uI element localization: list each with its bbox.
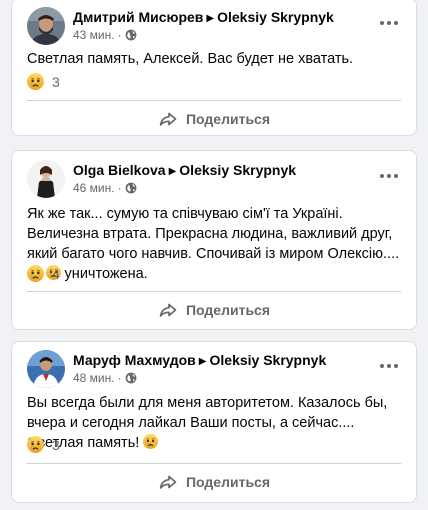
meta-dot: · <box>117 28 122 42</box>
share-label: Поделиться <box>185 111 271 127</box>
post-header: Olga Bielkova ▶ Oleksiy Skrypnyk 46 мин. · <box>27 160 416 200</box>
post-time[interactable]: 46 мин. <box>73 181 115 195</box>
sad-emoji-icon <box>27 436 44 453</box>
divider <box>27 291 401 292</box>
comment-card-1: Дмитрий Мисюрев ▶ Oleksiy Skrypnyk 43 мин.… <box>11 0 417 136</box>
separator-arrow-icon: ▶ <box>198 356 207 367</box>
more-options-button[interactable] <box>380 168 400 184</box>
separator-arrow-icon: ▶ <box>168 166 177 177</box>
target-page-name[interactable]: Oleksiy Skrypnyk <box>217 9 334 25</box>
share-arrow-icon <box>158 472 178 492</box>
avatar-image <box>27 160 65 198</box>
comment-text: Вы всегда были для меня авторитетом. Каз… <box>27 393 402 453</box>
post-header: Маруф Махмудов ▶ Oleksiy Skrypnyk 48 мин. · <box>27 350 416 390</box>
share-button[interactable]: Поделиться <box>12 293 416 327</box>
avatar[interactable] <box>27 7 65 45</box>
comment-text-main: Вы всегда были для меня авторитетом. Каз… <box>27 395 388 451</box>
divider <box>27 100 401 101</box>
divider <box>27 463 401 464</box>
author-name[interactable]: Маруф Махмудов <box>73 352 196 368</box>
separator-arrow-icon: ▶ <box>206 13 215 24</box>
post-meta: 48 мин. · <box>73 371 137 385</box>
avatar[interactable] <box>27 350 65 388</box>
meta-dot: · <box>117 181 122 195</box>
post-meta: 46 мин. · <box>73 181 137 195</box>
reaction-count: 3 <box>52 73 60 90</box>
sad-emoji-icon <box>27 73 44 90</box>
post-header: Дмитрий Мисюрев ▶ Oleksiy Skrypnyk 43 мин.… <box>27 7 416 47</box>
share-label: Поделиться <box>185 302 271 318</box>
author-line: Маруф Махмудов ▶ Oleksiy Skrypnyk <box>73 352 326 368</box>
globe-icon[interactable] <box>125 372 137 384</box>
share-button[interactable]: Поделиться <box>12 102 416 136</box>
author-line: Olga Bielkova ▶ Oleksiy Skrypnyk <box>73 162 296 178</box>
comment-card-3: Маруф Махмудов ▶ Oleksiy Skrypnyk 48 мин. ·… <box>11 341 417 503</box>
more-options-button[interactable] <box>380 358 400 374</box>
globe-icon[interactable] <box>125 29 137 41</box>
avatar-image <box>27 7 65 45</box>
globe-icon[interactable] <box>125 182 137 194</box>
avatar-image <box>27 350 65 388</box>
avatar[interactable] <box>27 160 65 198</box>
comment-text-tail: уничтожена. <box>60 266 148 282</box>
sad-emoji-icon <box>27 265 44 282</box>
comment-text: Як же так... сумую та співчуваю сім'ї та… <box>27 204 402 284</box>
more-options-button[interactable] <box>380 15 400 31</box>
comment-card-2: Olga Bielkova ▶ Oleksiy Skrypnyk 46 мин. · … <box>11 150 417 330</box>
target-page-name[interactable]: Oleksiy Skrypnyk <box>210 352 327 368</box>
sad-face-emoji-icon <box>143 434 158 449</box>
author-name[interactable]: Olga Bielkova <box>73 162 166 178</box>
post-meta: 43 мин. · <box>73 28 137 42</box>
target-page-name[interactable]: Oleksiy Skrypnyk <box>179 162 296 178</box>
share-arrow-icon <box>158 109 178 129</box>
reactions-summary[interactable]: 3 <box>27 436 60 454</box>
share-label: Поделиться <box>185 474 271 490</box>
share-button[interactable]: Поделиться <box>12 465 416 499</box>
reaction-count: 3 <box>52 436 60 453</box>
comment-text: Светлая память, Алексей. Вас будет не хв… <box>27 51 354 67</box>
post-time[interactable]: 48 мин. <box>73 371 115 385</box>
reaction-count: 4 <box>52 265 60 282</box>
reactions-summary[interactable]: 4 <box>27 265 60 283</box>
post-time[interactable]: 43 мин. <box>73 28 115 42</box>
meta-dot: · <box>117 371 122 385</box>
author-name[interactable]: Дмитрий Мисюрев <box>73 9 203 25</box>
reactions-summary[interactable]: 3 <box>27 73 60 91</box>
author-line: Дмитрий Мисюрев ▶ Oleksiy Skrypnyk <box>73 9 334 25</box>
share-arrow-icon <box>158 300 178 320</box>
